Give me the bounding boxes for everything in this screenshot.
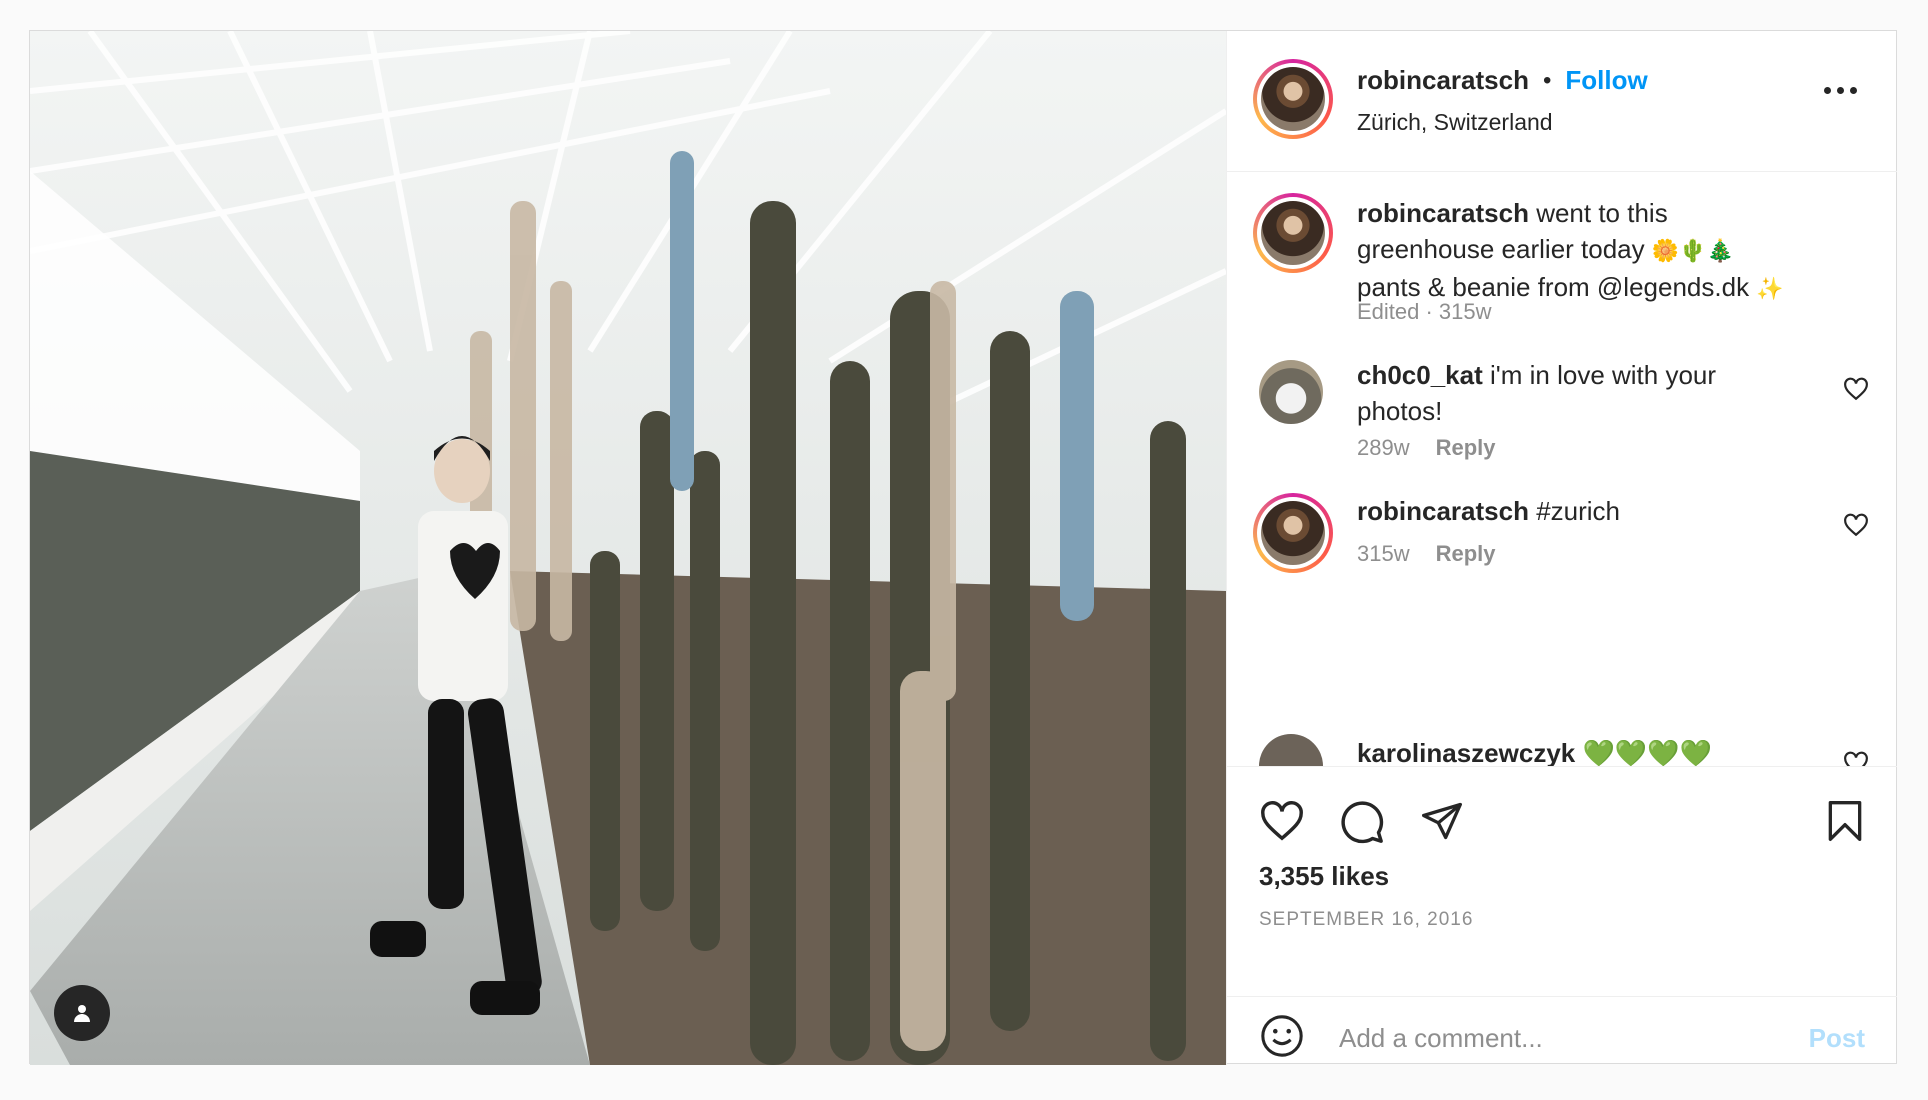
heart-icon[interactable] (1259, 799, 1305, 843)
comment-meta: 289w Reply (1357, 435, 1496, 460)
commenter-avatar[interactable] (1259, 734, 1323, 766)
reply-button[interactable]: Reply (1436, 435, 1496, 460)
post-card: robincaratsch • Follow Zürich, Switzerla… (29, 30, 1897, 1065)
user-tag-icon (74, 1005, 90, 1022)
post-sidebar: robincaratsch • Follow Zürich, Switzerla… (1226, 31, 1897, 1065)
header-separator: • (1542, 66, 1552, 94)
caption-text: robincaratsch went to this greenhouse ea… (1357, 195, 1827, 307)
add-comment-bar: Add a comment... Post (1227, 996, 1897, 1066)
comment-meta: 315w Reply (1357, 541, 1496, 566)
bookmark-icon[interactable] (1825, 799, 1865, 843)
comment-like-heart-icon[interactable] (1843, 513, 1869, 537)
comment-text: ch0c0_kat i'm in love with your photos! (1357, 360, 1717, 426)
post-date: SEPTEMBER 16, 2016 (1259, 909, 1474, 930)
greenhouse-photo (30, 31, 1226, 1065)
comment-like-heart-icon[interactable] (1843, 751, 1869, 766)
post-location[interactable]: Zürich, Switzerland (1357, 109, 1553, 136)
commenter-avatar[interactable] (1259, 360, 1323, 424)
comment-username[interactable]: robincaratsch (1357, 496, 1529, 526)
follow-button[interactable]: Follow (1565, 65, 1647, 96)
send-icon[interactable] (1419, 799, 1465, 843)
caption-username[interactable]: robincaratsch (1357, 198, 1529, 228)
tag-people-button[interactable] (54, 985, 110, 1041)
caption-avatar[interactable] (1253, 193, 1333, 273)
post-photo[interactable] (30, 31, 1226, 1065)
comment-input[interactable]: Add a comment... (1339, 1023, 1543, 1054)
comments-list[interactable]: robincaratsch went to this greenhouse ea… (1227, 171, 1897, 766)
smiley-icon[interactable] (1259, 1013, 1305, 1059)
comment-username[interactable]: karolinaszewczyk (1357, 738, 1575, 766)
author-avatar[interactable] (1253, 59, 1333, 139)
commenter-avatar[interactable] (1253, 493, 1333, 573)
caption-meta: Edited · 315w (1357, 299, 1492, 324)
post-header: robincaratsch • Follow Zürich, Switzerla… (1227, 31, 1897, 172)
post-actions: 3,355 likes SEPTEMBER 16, 2016 (1227, 766, 1897, 997)
post-comment-button[interactable]: Post (1809, 1023, 1865, 1054)
reply-button[interactable]: Reply (1436, 541, 1496, 566)
comment-icon[interactable] (1339, 799, 1385, 845)
more-options-icon[interactable] (1824, 87, 1857, 94)
likes-count[interactable]: 3,355 likes (1259, 861, 1389, 892)
caption-emoji: 🌼🌵🎄 (1651, 238, 1735, 263)
comment-text: karolinaszewczyk 💚💚💚💚 (1357, 738, 1712, 766)
comment-text: robincaratsch #zurich (1357, 496, 1621, 526)
comment-like-heart-icon[interactable] (1843, 377, 1869, 401)
comment-username[interactable]: ch0c0_kat (1357, 360, 1483, 390)
sparkles-emoji: ✨ (1756, 276, 1784, 301)
author-username[interactable]: robincaratsch (1357, 65, 1529, 96)
